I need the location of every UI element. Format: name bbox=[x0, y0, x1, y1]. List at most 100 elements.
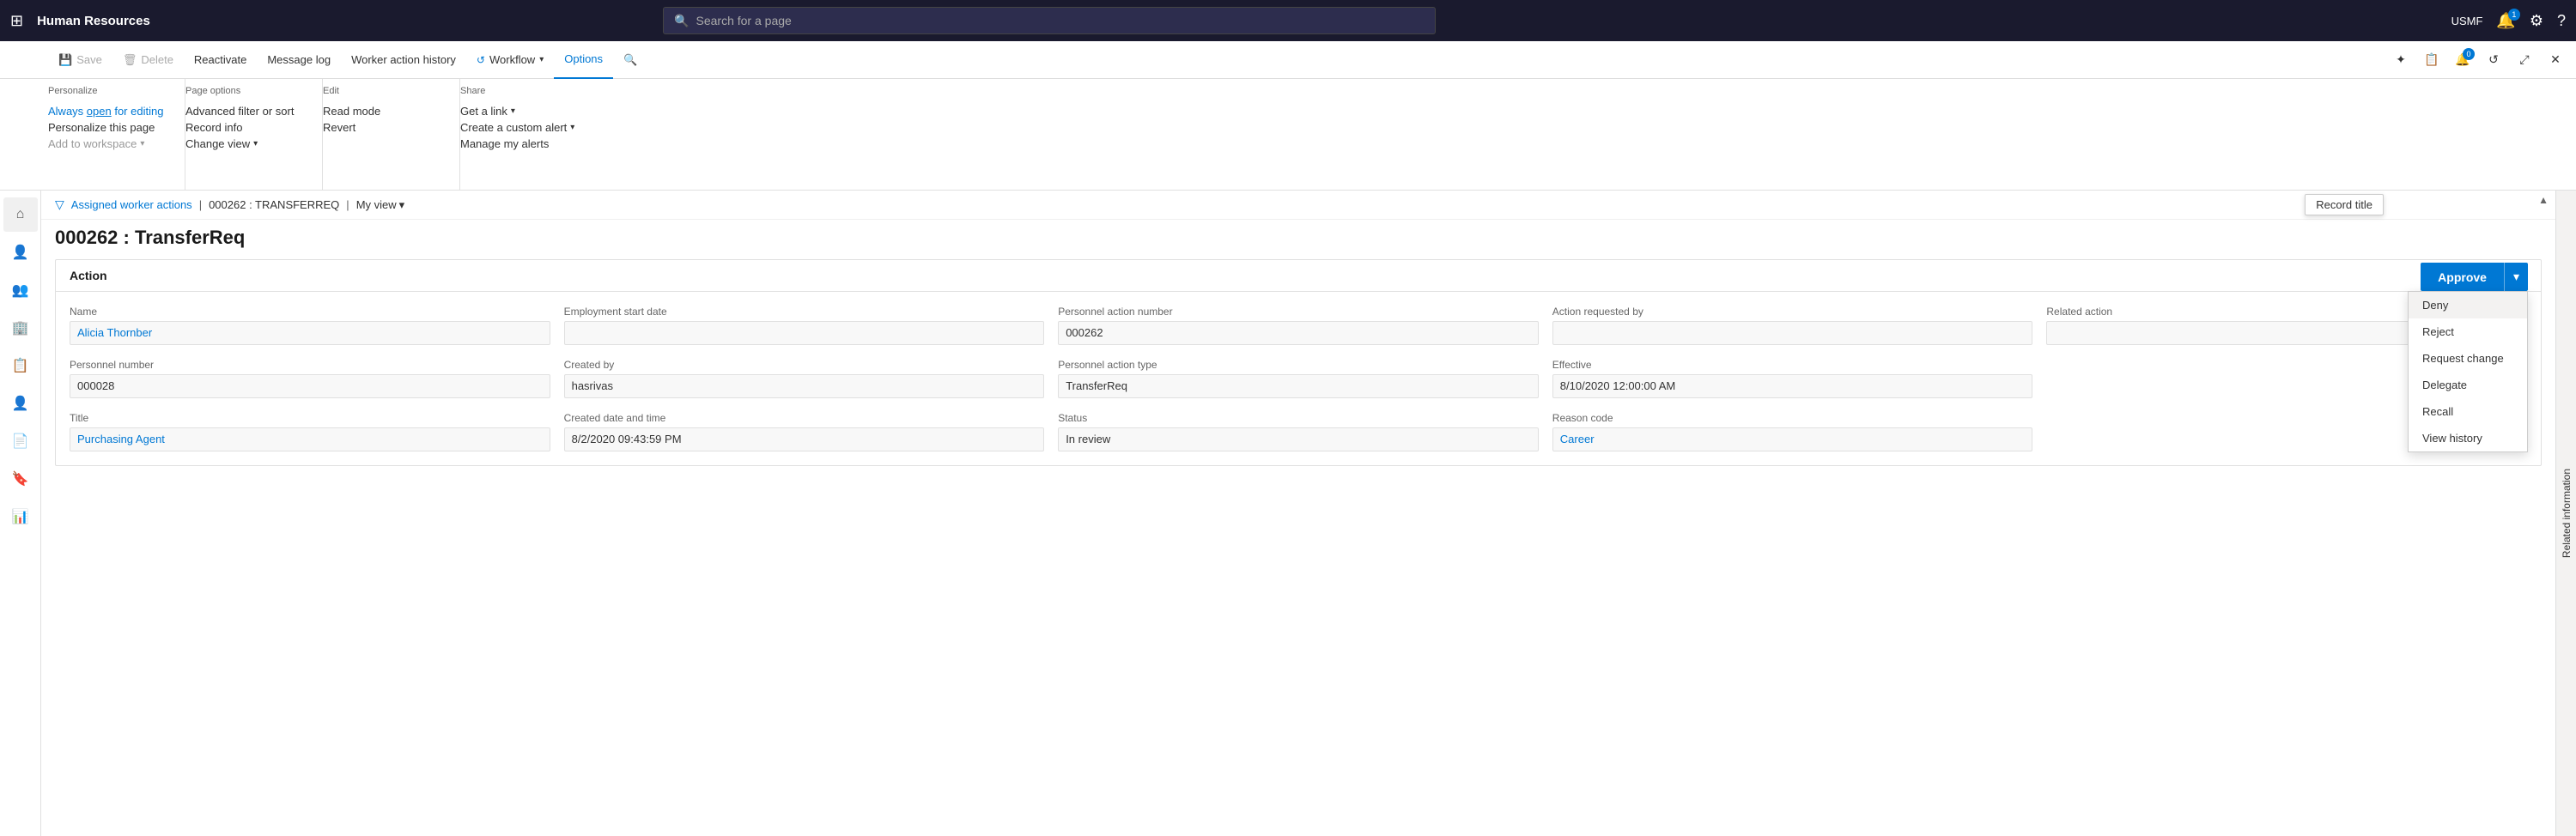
delete-icon: 🗑 bbox=[123, 53, 137, 67]
revert-item[interactable]: Revert bbox=[323, 119, 439, 136]
refresh-icon-btn[interactable]: ↺ bbox=[2480, 46, 2507, 74]
personalize-icon-btn[interactable]: ✦ bbox=[2387, 46, 2415, 74]
approve-btn-group: Approve ▾ bbox=[2421, 263, 2528, 291]
always-open-editing-item[interactable]: Always open for editing bbox=[48, 103, 164, 119]
created-by-label: Created by bbox=[564, 359, 1045, 371]
add-to-workspace-item[interactable]: Add to workspace ▾ bbox=[48, 136, 164, 152]
record-title-tooltip: Record title bbox=[2305, 194, 2384, 215]
top-nav-right: USMF 🔔 1 ⚙ ? bbox=[2451, 12, 2566, 30]
ribbon-bar: 💾 Save 🗑 Delete Reactivate Message log W… bbox=[0, 41, 2576, 79]
edit-group-title: Edit bbox=[323, 86, 439, 96]
breadcrumb-sep2: | bbox=[346, 198, 349, 211]
settings-icon[interactable]: ⚙ bbox=[2530, 12, 2543, 30]
sidebar-org-icon[interactable]: 🏢 bbox=[3, 311, 38, 345]
manage-alerts-item[interactable]: Manage my alerts bbox=[460, 136, 577, 152]
expand-icon-btn[interactable]: ⤢ bbox=[2511, 46, 2538, 74]
personalize-page-item[interactable]: Personalize this page bbox=[48, 119, 164, 136]
page-options-group: Page options Advanced filter or sort Rec… bbox=[185, 79, 323, 190]
name-field: Name Alicia Thornber bbox=[70, 306, 550, 345]
worker-action-history-button[interactable]: Worker action history bbox=[341, 41, 466, 79]
action-fields-row3: Title Purchasing Agent Created date and … bbox=[56, 412, 2541, 465]
ribbon-search-button[interactable]: 🔍 bbox=[613, 41, 647, 79]
options-menu-panel: Personalize Always open for editing Pers… bbox=[0, 79, 2576, 191]
sidebar-user-icon[interactable]: 👤 bbox=[3, 235, 38, 270]
top-navigation: ⊞ Human Resources 🔍 Search for a page US… bbox=[0, 0, 2576, 41]
notification-btn-wrap: 🔔 1 bbox=[2496, 12, 2515, 30]
save-icon: 💾 bbox=[58, 53, 72, 67]
dropdown-recall[interactable]: Recall bbox=[2409, 398, 2527, 425]
action-section: Action 8/10/2020 12:0 Name Alicia Thornb… bbox=[55, 259, 2542, 466]
create-custom-alert-item[interactable]: Create a custom alert ▾ bbox=[460, 119, 577, 136]
sidebar-users-icon[interactable]: 👥 bbox=[3, 273, 38, 307]
grid-icon[interactable]: ⊞ bbox=[10, 12, 23, 30]
reason-code-value[interactable]: Career bbox=[1552, 427, 2033, 451]
sidebar: ⌂ 👤 👥 🏢 📋 👤 📄 🔖 📊 bbox=[0, 191, 41, 836]
share-group: Share Get a link ▾ Create a custom alert… bbox=[460, 79, 598, 190]
add-to-workspace-chevron: ▾ bbox=[140, 139, 144, 148]
sidebar-doc-icon[interactable]: 📄 bbox=[3, 424, 38, 458]
search-placeholder: Search for a page bbox=[696, 14, 792, 27]
sidebar-list-icon[interactable]: 📋 bbox=[3, 348, 38, 383]
assigned-worker-actions-link[interactable]: Assigned worker actions bbox=[71, 198, 192, 211]
app-title: Human Resources bbox=[37, 14, 150, 28]
read-mode-item[interactable]: Read mode bbox=[323, 103, 439, 119]
page-options-title: Page options bbox=[185, 86, 301, 96]
title-label: Title bbox=[70, 412, 550, 424]
my-view-selector[interactable]: My view ▾ bbox=[356, 198, 404, 212]
personalize-group: Personalize Always open for editing Pers… bbox=[48, 79, 185, 190]
dropdown-request-change[interactable]: Request change bbox=[2409, 345, 2527, 372]
options-button[interactable]: Options bbox=[554, 41, 613, 79]
name-value[interactable]: Alicia Thornber bbox=[70, 321, 550, 345]
change-view-chevron: ▾ bbox=[253, 139, 258, 148]
employment-start-date-label: Employment start date bbox=[564, 306, 1045, 318]
get-a-link-item[interactable]: Get a link ▾ bbox=[460, 103, 577, 119]
delete-button[interactable]: 🗑 Delete bbox=[112, 41, 184, 79]
action-requested-by-field: Action requested by bbox=[1552, 306, 2033, 345]
change-view-item[interactable]: Change view ▾ bbox=[185, 136, 301, 152]
personnel-action-type-label: Personnel action type bbox=[1058, 359, 1539, 371]
get-a-link-chevron: ▾ bbox=[511, 106, 515, 116]
workflow-button[interactable]: ↺ Workflow ▾ bbox=[466, 41, 554, 79]
personnel-action-type-value: TransferReq bbox=[1058, 374, 1539, 398]
clipboard-icon-btn[interactable]: 📋 bbox=[2418, 46, 2445, 74]
dropdown-reject[interactable]: Reject bbox=[2409, 318, 2527, 345]
reactivate-button[interactable]: Reactivate bbox=[184, 41, 257, 79]
action-section-header: Action 8/10/2020 12:0 bbox=[56, 260, 2541, 292]
share-group-title: Share bbox=[460, 86, 577, 96]
sidebar-person-icon[interactable]: 👤 bbox=[3, 386, 38, 421]
sidebar-chart-icon[interactable]: 📊 bbox=[3, 500, 38, 534]
help-icon[interactable]: ? bbox=[2557, 12, 2566, 30]
personnel-number-label: Personnel number bbox=[70, 359, 550, 371]
username-label: USMF bbox=[2451, 15, 2483, 27]
action-fields-row1: Name Alicia Thornber Employment start da… bbox=[56, 292, 2541, 359]
personnel-action-number-label: Personnel action number bbox=[1058, 306, 1539, 318]
message-log-button[interactable]: Message log bbox=[257, 41, 341, 79]
related-info-panel[interactable]: Related information bbox=[2555, 191, 2576, 836]
sidebar-bookmark-icon[interactable]: 🔖 bbox=[3, 462, 38, 496]
approve-button[interactable]: Approve bbox=[2421, 263, 2504, 291]
advanced-filter-item[interactable]: Advanced filter or sort bbox=[185, 103, 301, 119]
name-label: Name bbox=[70, 306, 550, 318]
related-info-label: Related information bbox=[2561, 469, 2573, 558]
filter-icon[interactable]: ▽ bbox=[55, 197, 64, 212]
dropdown-view-history[interactable]: View history bbox=[2409, 425, 2527, 451]
employment-start-date-value bbox=[564, 321, 1045, 345]
content-area: ▽ Assigned worker actions | 000262 : TRA… bbox=[41, 191, 2555, 836]
approve-dropdown-toggle[interactable]: ▾ bbox=[2504, 263, 2528, 291]
search-box[interactable]: 🔍 Search for a page bbox=[663, 7, 1436, 34]
created-datetime-value: 8/2/2020 09:43:59 PM bbox=[564, 427, 1045, 451]
dropdown-delegate[interactable]: Delegate bbox=[2409, 372, 2527, 398]
record-info-item[interactable]: Record info bbox=[185, 119, 301, 136]
my-view-label: My view bbox=[356, 198, 397, 211]
sidebar-home-icon[interactable]: ⌂ bbox=[3, 197, 38, 232]
collapse-button[interactable]: ▲ bbox=[2538, 194, 2549, 206]
effective-field: Effective 8/10/2020 12:00:00 AM bbox=[1552, 359, 2033, 398]
personnel-action-type-field: Personnel action type TransferReq bbox=[1058, 359, 1539, 398]
status-value: In review bbox=[1058, 427, 1539, 451]
approve-dropdown-menu: Deny Reject Request change Delegate Reca… bbox=[2408, 291, 2528, 452]
dropdown-deny[interactable]: Deny bbox=[2409, 292, 2527, 318]
status-field: Status In review bbox=[1058, 412, 1539, 451]
title-value[interactable]: Purchasing Agent bbox=[70, 427, 550, 451]
close-icon-btn[interactable]: ✕ bbox=[2542, 46, 2569, 74]
save-button[interactable]: 💾 Save bbox=[48, 41, 112, 79]
